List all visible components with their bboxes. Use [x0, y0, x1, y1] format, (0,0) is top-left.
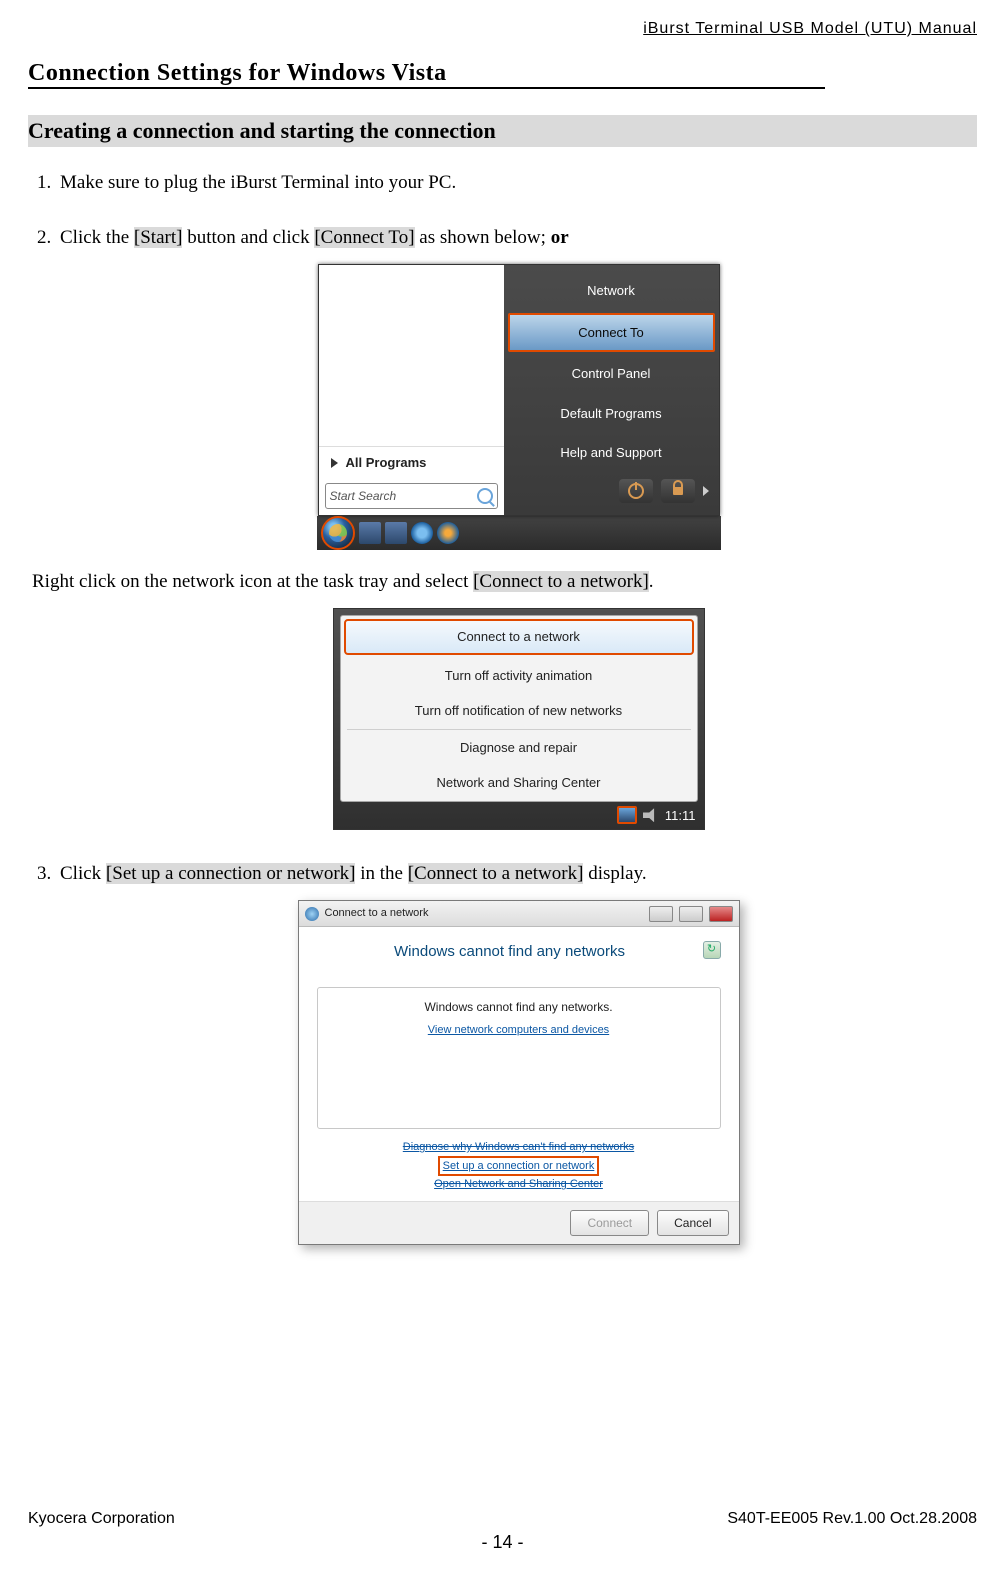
arrow-right-icon [331, 458, 338, 468]
startmenu-item-connect-to[interactable]: Connect To [508, 313, 715, 353]
screenshot-traymenu: Connect to a network Turn off activity a… [60, 608, 977, 834]
start-search-input[interactable]: Start Search [325, 483, 498, 509]
tray-item-sharing-center[interactable]: Network and Sharing Center [341, 765, 697, 801]
connect-network-dialog: Connect to a network ↻ Windows cannot fi… [298, 900, 740, 1245]
subsection-title: Creating a connection and starting the c… [28, 115, 977, 147]
dialog-box-message: Windows cannot find any networks. [328, 998, 710, 1016]
maximize-button[interactable] [679, 906, 703, 922]
startmenu-item-network[interactable]: Network [504, 271, 719, 311]
taskbar-ie-icon[interactable] [411, 522, 433, 544]
step-2: Click the [Start] button and click [Conn… [56, 224, 977, 834]
taskbar-icon-2[interactable] [385, 522, 407, 544]
diagnose-link[interactable]: Diagnose why Windows can't find any netw… [403, 1141, 634, 1153]
all-programs-item[interactable]: All Programs [319, 446, 504, 479]
step-2-text-b: button and click [182, 227, 314, 248]
startmenu-left-panel: All Programs Start Search [319, 265, 504, 515]
screenshot-dialog: Connect to a network ↻ Windows cannot fi… [60, 900, 977, 1245]
start-button[interactable] [321, 516, 355, 550]
taskbar [317, 516, 721, 550]
dialog-links: Diagnose why Windows can't find any netw… [317, 1139, 721, 1193]
system-tray: 11:11 [334, 802, 704, 830]
connect-button[interactable]: Connect [570, 1210, 649, 1236]
dialog-heading: Windows cannot find any networks [317, 941, 721, 964]
tray-context-menu: Connect to a network Turn off activity a… [340, 615, 698, 802]
lock-icon [673, 487, 683, 495]
step-3-c: display. [583, 863, 646, 884]
tray-clock: 11:11 [665, 806, 696, 826]
search-icon [477, 488, 493, 504]
step-3-setup-ref: [Set up a connection or network] [106, 863, 356, 884]
dialog-footer: Connect Cancel [299, 1201, 739, 1244]
close-button[interactable] [709, 906, 733, 922]
dialog-title-text: Connect to a network [325, 905, 429, 922]
steps-list: Make sure to plug the iBurst Terminal in… [28, 169, 977, 1245]
refresh-button[interactable]: ↻ [703, 941, 721, 959]
power-icon [628, 483, 644, 499]
step-2-line2-b: . [649, 571, 654, 592]
step-2-line2: Right click on the network icon at the t… [32, 568, 977, 597]
footer-right: S40T-EE005 Rev.1.00 Oct.28.2008 [727, 1510, 977, 1528]
page-footer: Kyocera Corporation S40T-EE005 Rev.1.00 … [28, 1510, 977, 1553]
section-title: Connection Settings for Windows Vista [28, 60, 825, 89]
startmenu-item-help-support[interactable]: Help and Support [504, 433, 719, 473]
step-2-start-ref: [Start] [134, 227, 183, 248]
tray-item-turnoff-notification[interactable]: Turn off notification of new networks [341, 693, 697, 729]
step-2-ctn-ref: [Connect to a network] [473, 571, 649, 592]
step-3-b: in the [355, 863, 407, 884]
view-network-computers-link[interactable]: View network computers and devices [328, 1022, 710, 1039]
taskbar-wmp-icon[interactable] [437, 522, 459, 544]
search-placeholder: Start Search [330, 487, 397, 505]
step-3-a: Click [60, 863, 106, 884]
network-tray-icon[interactable] [617, 806, 637, 824]
step-2-connectto-ref: [Connect To] [314, 227, 414, 248]
step-1-text: Make sure to plug the iBurst Terminal in… [60, 172, 456, 193]
step-2-text-a: Click the [60, 227, 134, 248]
taskbar-icon-1[interactable] [359, 522, 381, 544]
step-2-line2-a: Right click on the network icon at the t… [32, 571, 473, 592]
chevron-right-icon[interactable] [703, 486, 709, 496]
tray-item-connect-network[interactable]: Connect to a network [344, 619, 694, 655]
startmenu-window: All Programs Start Search Network Connec… [318, 264, 720, 516]
startmenu-item-control-panel[interactable]: Control Panel [504, 354, 719, 394]
cancel-button[interactable]: Cancel [657, 1210, 728, 1236]
step-3: Click [Set up a connection or network] i… [56, 860, 977, 1245]
lock-button[interactable] [661, 479, 695, 503]
minimize-button[interactable] [649, 906, 673, 922]
step-3-ctn-ref: [Connect to a network] [408, 863, 584, 884]
traymenu-window: Connect to a network Turn off activity a… [333, 608, 705, 830]
open-sharing-center-link[interactable]: Open Network and Sharing Center [434, 1178, 603, 1190]
startmenu-power-row [504, 473, 719, 509]
startmenu-item-default-programs[interactable]: Default Programs [504, 394, 719, 434]
power-button[interactable] [619, 479, 653, 503]
all-programs-label: All Programs [346, 453, 427, 473]
dialog-titlebar: Connect to a network [299, 901, 739, 927]
step-2-or: or [551, 227, 569, 248]
setup-connection-link[interactable]: Set up a connection or network [438, 1156, 600, 1177]
screenshot-startmenu: All Programs Start Search Network Connec… [60, 264, 977, 550]
startmenu-right-panel: Network Connect To Control Panel Default… [504, 265, 719, 515]
globe-icon [305, 907, 319, 921]
section-title-text: Connection Settings for Windows Vista [28, 60, 447, 86]
footer-left: Kyocera Corporation [28, 1510, 175, 1528]
speaker-tray-icon[interactable] [643, 808, 659, 822]
dialog-content-box: Windows cannot find any networks. View n… [317, 987, 721, 1129]
step-1: Make sure to plug the iBurst Terminal in… [56, 169, 977, 198]
step-2-text-c: as shown below; [415, 227, 551, 248]
page-number: - 14 - [28, 1532, 977, 1553]
tray-item-diagnose[interactable]: Diagnose and repair [341, 730, 697, 766]
doc-header-right: iBurst Terminal USB Model (UTU) Manual [28, 20, 977, 38]
tray-item-turnoff-animation[interactable]: Turn off activity animation [341, 658, 697, 694]
dialog-body: ↻ Windows cannot find any networks Windo… [299, 927, 739, 1201]
